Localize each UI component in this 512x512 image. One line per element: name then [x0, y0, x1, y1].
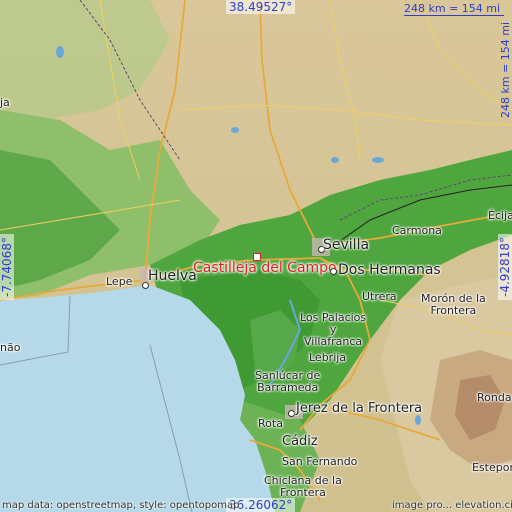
city-label-utrera: Utrera — [362, 290, 397, 303]
vertical-scale-label: 248 km = 154 mi — [499, 21, 512, 118]
city-label-carmona: Carmona — [392, 224, 442, 237]
city-label-cadiz: Cádiz — [282, 434, 318, 449]
city-label-chiclana: Chiclana de la Frontera — [264, 474, 342, 499]
city-label-moron: Morón de la Frontera — [421, 292, 486, 317]
city-label-estepona: Estepona — [472, 461, 512, 474]
jerez-marker — [288, 410, 295, 417]
city-label-rota: Rota — [258, 417, 283, 430]
city-label-west-edge-1: ja — [0, 96, 10, 109]
topographic-map[interactable]: 38.49527° 36.26062° -7.74068° -4.92818° … — [0, 0, 512, 512]
city-label-huelva: Huelva — [148, 268, 197, 284]
north-latitude-label: 38.49527° — [226, 0, 296, 14]
city-label-ronda: Ronda — [477, 391, 512, 404]
city-label-sanlucar: Sanlúcar de Barrameda — [255, 369, 321, 394]
city-label-ecija: Écija — [488, 209, 512, 222]
dos-hermanas-marker — [330, 268, 337, 275]
focus-place-label: Castilleja del Campo — [193, 260, 337, 276]
horizontal-scale-bar — [404, 15, 504, 16]
horizontal-scale-label: 248 km = 154 mi — [404, 2, 501, 15]
attribution-right: image pro... elevation.city — [392, 500, 512, 511]
city-label-west-edge-2: não — [0, 341, 21, 354]
city-label-lebrija: Lebrija — [309, 351, 347, 364]
east-longitude-label: -4.92818° — [498, 234, 512, 300]
west-longitude-label: -7.74068° — [0, 234, 14, 300]
city-label-dos-hermanas: Dos Hermanas — [338, 262, 441, 278]
city-label-sevilla: Sevilla — [323, 237, 370, 253]
city-label-los-palacios: Los Palacios y Villafranca — [300, 311, 367, 348]
city-label-lepe: Lepe — [106, 275, 133, 288]
attribution-left: map data: openstreetmap, style: opentopo… — [2, 500, 240, 511]
city-label-san-fernando: San Fernando — [282, 455, 358, 468]
city-label-jerez: Jerez de la Frontera — [296, 401, 423, 416]
